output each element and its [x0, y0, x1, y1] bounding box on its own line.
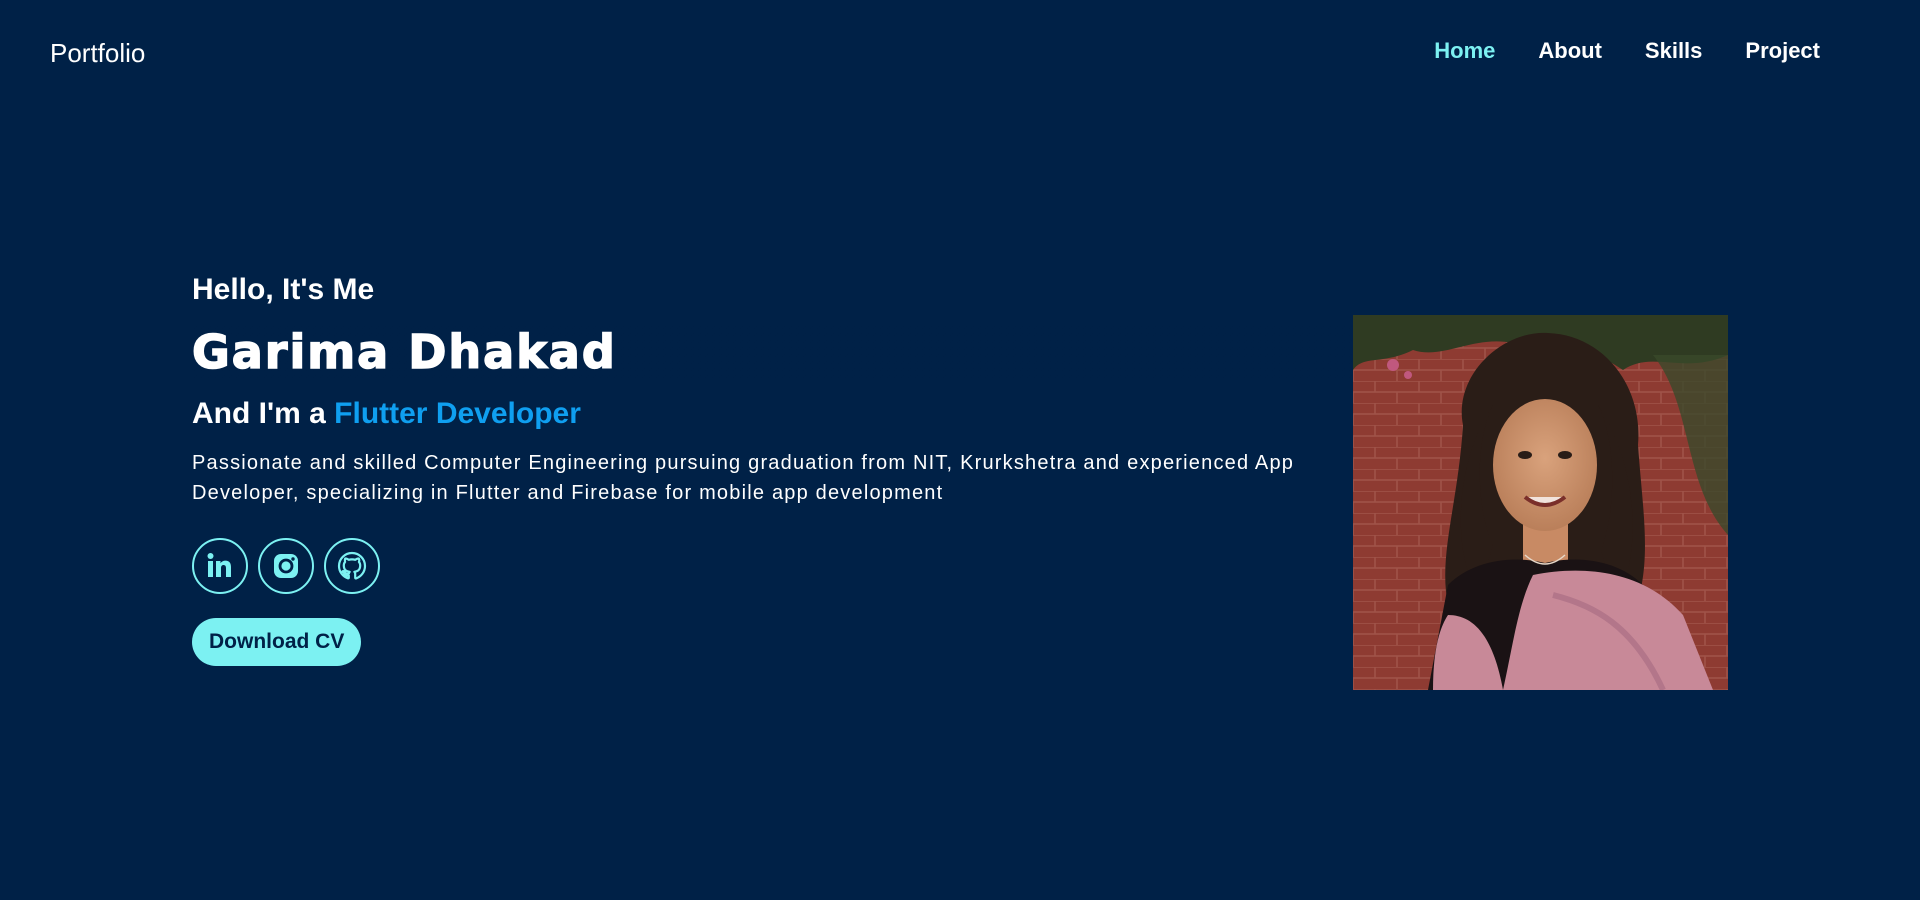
- main-nav: Home About Skills Project: [1434, 38, 1820, 64]
- nav-home[interactable]: Home: [1434, 38, 1495, 64]
- profile-photo-illustration: [1353, 315, 1728, 690]
- hero-role-line: And I'm a Flutter Developer: [192, 394, 1352, 434]
- hero-role: Flutter Developer: [334, 397, 581, 430]
- page: Portfolio Home About Skills Project Hell…: [0, 0, 1920, 900]
- hero-section: Hello, It's Me Garima Dhakad And I'm a F…: [191, 270, 1352, 666]
- linkedin-icon: [207, 553, 231, 577]
- nav-project[interactable]: Project: [1745, 38, 1820, 64]
- logo[interactable]: Portfolio: [50, 38, 145, 69]
- nav-about[interactable]: About: [1538, 38, 1602, 64]
- github-link[interactable]: [324, 538, 380, 594]
- hero-greeting: Hello, It's Me: [192, 273, 375, 306]
- download-cv-button[interactable]: Download CV: [192, 618, 362, 666]
- hero-description: Passionate and skilled Computer Engineer…: [192, 452, 1295, 504]
- hero-name: Garima Dhakad: [191, 324, 1352, 380]
- instagram-link[interactable]: [258, 538, 314, 594]
- github-icon: [337, 551, 367, 580]
- social-links: [192, 538, 1352, 594]
- nav-skills[interactable]: Skills: [1645, 38, 1702, 64]
- linkedin-link[interactable]: [192, 538, 248, 594]
- profile-photo: [1353, 315, 1728, 690]
- hero-role-prefix: And I'm a: [192, 397, 335, 430]
- instagram-icon: [274, 554, 298, 578]
